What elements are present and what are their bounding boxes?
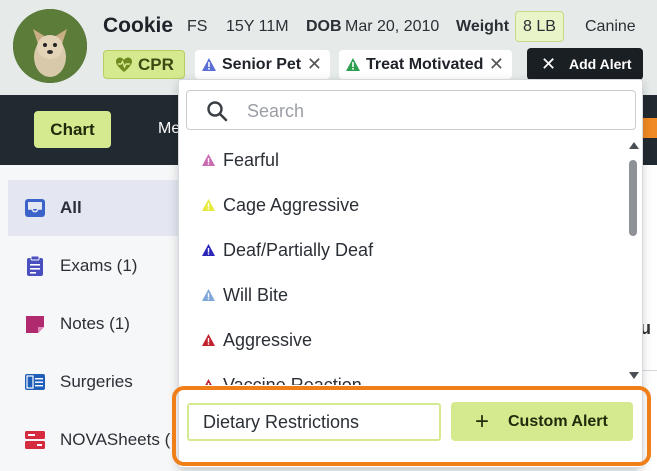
alert-option-label: Aggressive xyxy=(223,330,313,350)
close-icon: ✕ xyxy=(541,54,557,74)
pet-species: Canine xyxy=(585,18,636,35)
add-alert-button[interactable]: ✕ Add Alert xyxy=(527,48,643,80)
sidebar-item-all[interactable]: All xyxy=(8,180,188,236)
sidebar-item-label: Notes (1) xyxy=(60,314,130,333)
dob-label: DOB xyxy=(306,18,342,35)
alert-option[interactable]: Fearful xyxy=(179,138,626,183)
remove-alert-icon[interactable]: ✕ xyxy=(307,50,322,79)
scroll-up-arrow-icon[interactable] xyxy=(629,142,639,149)
heart-icon xyxy=(116,57,132,72)
sidebar-item-label: Exams (1) xyxy=(60,256,138,275)
pet-dob: Mar 20, 2010 xyxy=(345,18,440,35)
alert-option[interactable]: Vaccine Reaction xyxy=(179,363,626,385)
alert-option-label: Fearful xyxy=(223,150,280,170)
alert-option-label: Cage Aggressive xyxy=(223,195,360,215)
book-icon xyxy=(25,374,45,390)
tab-partial[interactable]: Me xyxy=(158,120,180,138)
cpr-badge[interactable]: CPR xyxy=(103,50,185,79)
tab-chart[interactable]: Chart xyxy=(34,111,111,148)
warning-triangle-icon xyxy=(202,244,215,256)
sidebar-item-label: All xyxy=(60,198,82,217)
scrollbar[interactable] xyxy=(626,138,642,384)
warning-triangle-icon xyxy=(202,199,215,211)
alert-option[interactable]: Deaf/Partially Deaf xyxy=(179,228,626,273)
custom-alert-input[interactable] xyxy=(187,403,441,441)
search-icon xyxy=(207,101,228,122)
sidebar-item-exams[interactable]: Exams (1) xyxy=(8,238,188,294)
warning-triangle-icon xyxy=(346,58,360,71)
alert-option-label: Vaccine Reaction xyxy=(223,375,362,385)
alert-chip-senior-pet[interactable]: Senior Pet ✕ xyxy=(195,50,330,79)
alert-options-list: Fearful Cage Aggressive Deaf/Partially Dea… xyxy=(179,138,626,385)
scrollbar-thumb[interactable] xyxy=(629,160,637,236)
warning-triangle-icon xyxy=(202,154,215,166)
warning-triangle-icon xyxy=(202,334,215,346)
sidebar-item-label: Surgeries xyxy=(60,372,133,391)
alert-chip-label: Treat Motivated xyxy=(366,56,484,73)
custom-alert-button[interactable]: + Custom Alert xyxy=(451,402,633,441)
scroll-down-arrow-icon[interactable] xyxy=(629,372,639,379)
remove-alert-icon[interactable]: ✕ xyxy=(489,50,504,79)
warning-triangle-icon xyxy=(202,289,215,301)
clipboard-icon xyxy=(27,255,43,276)
alert-option-label: Deaf/Partially Deaf xyxy=(223,240,374,260)
weight-badge: 8 LB xyxy=(515,11,564,42)
alert-option-label: Will Bite xyxy=(223,285,289,305)
sidebar-item-label: NOVASheets ( xyxy=(60,430,171,449)
note-icon xyxy=(26,316,44,333)
alert-search-box[interactable] xyxy=(186,90,636,130)
alert-search-input[interactable] xyxy=(247,97,617,125)
sidebar-item-notes[interactable]: Notes (1) xyxy=(8,296,188,352)
pet-sex: FS xyxy=(187,18,208,35)
sheets-icon xyxy=(25,431,45,449)
alert-chip-treat-motivated[interactable]: Treat Motivated ✕ xyxy=(339,50,512,79)
pet-age: 15Y 11M xyxy=(226,18,289,35)
warning-triangle-icon xyxy=(205,379,212,385)
sidebar-item-novasheets[interactable]: NOVASheets ( xyxy=(8,412,188,468)
alert-option[interactable]: Cage Aggressive xyxy=(179,183,626,228)
alert-option[interactable]: Aggressive xyxy=(179,318,626,363)
warning-triangle-icon xyxy=(202,58,216,71)
pet-name: Cookie xyxy=(103,14,174,37)
custom-alert-label: Custom Alert xyxy=(508,413,608,430)
plus-icon: + xyxy=(475,408,490,435)
alert-option[interactable]: Will Bite xyxy=(179,273,626,318)
sidebar-item-surgeries[interactable]: Surgeries xyxy=(8,354,188,410)
cpr-label: CPR xyxy=(138,55,174,74)
pet-avatar[interactable] xyxy=(13,9,87,83)
weight-label: Weight xyxy=(456,18,510,35)
alert-chip-label: Senior Pet xyxy=(222,56,302,73)
chart-sidebar: All Exams (1) Notes (1) Surgeries NOVASh… xyxy=(0,165,188,471)
add-alert-label: Add Alert xyxy=(569,56,632,72)
inbox-icon xyxy=(25,199,45,217)
